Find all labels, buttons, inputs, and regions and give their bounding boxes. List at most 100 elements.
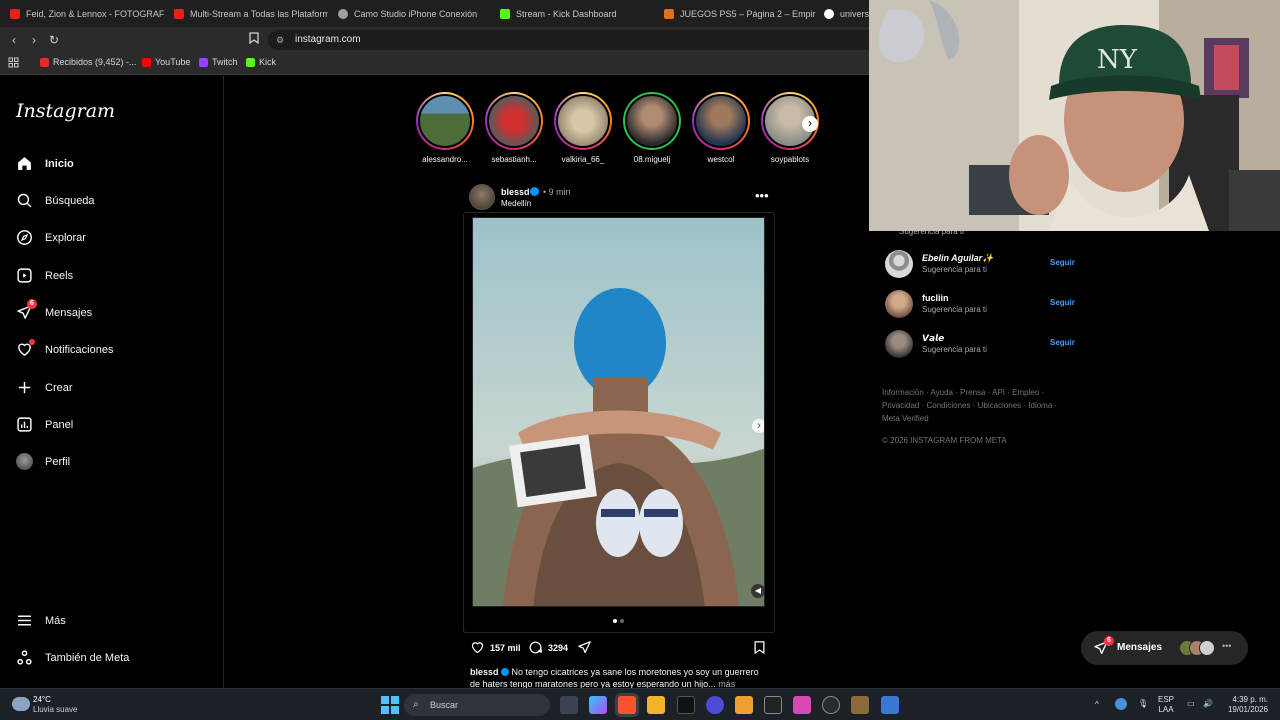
address-bar[interactable]: ⚙ instagram.com: [268, 30, 878, 50]
story-item[interactable]: alessandro...: [413, 92, 477, 164]
clock-date: 19/01/2026: [1227, 705, 1268, 714]
share-action[interactable]: [577, 640, 592, 655]
caption-text: No tengo cicatrices ya sane los moretone…: [470, 667, 759, 689]
caption-username[interactable]: blessd: [470, 667, 499, 677]
story-item[interactable]: valkiria_66_: [551, 92, 615, 164]
nav-item-panel[interactable]: Panel: [16, 416, 73, 433]
reload-icon[interactable]: ↻: [46, 32, 62, 48]
like-action[interactable]: 157 mil: [470, 640, 521, 655]
file-explorer-icon[interactable]: [647, 696, 665, 714]
youtube-icon: [174, 8, 184, 19]
post-location[interactable]: Medellín: [501, 199, 531, 208]
forward-icon[interactable]: ›: [26, 32, 42, 48]
post-username[interactable]: blessd: [501, 187, 530, 197]
instagram-logo[interactable]: Instagram: [16, 100, 115, 122]
share-icon[interactable]: [577, 640, 592, 655]
save-action[interactable]: [752, 640, 767, 655]
comment-icon[interactable]: [528, 640, 543, 655]
post-author-avatar[interactable]: [469, 184, 495, 210]
nav-item-crear[interactable]: Crear: [16, 379, 73, 396]
suggestion-name[interactable]: 𝙑𝙖𝙡𝙚: [922, 333, 944, 344]
like-icon[interactable]: [470, 640, 485, 655]
clock[interactable]: 4:39 p. m. 19/01/2026: [1224, 695, 1268, 715]
tab-title: Multi-Stream a Todas las Plataformas: [190, 8, 328, 19]
game-icon[interactable]: [735, 696, 753, 714]
google-icon: [824, 8, 834, 19]
weather-desc[interactable]: Lluvia suave: [33, 705, 77, 714]
back-icon[interactable]: ‹: [6, 32, 22, 48]
bookmark-twitch[interactable]: Twitch: [199, 57, 238, 67]
microphone-icon[interactable]: 🎙: [1138, 699, 1148, 709]
twitch-icon: [199, 57, 208, 67]
app-icon[interactable]: [881, 696, 899, 714]
epic-games-icon[interactable]: [764, 696, 782, 714]
nav-item-perfil[interactable]: Perfil: [16, 453, 70, 470]
windows-start-icon[interactable]: [381, 696, 399, 714]
story-avatar: [487, 94, 541, 148]
tray-app-icon[interactable]: [1115, 698, 1127, 710]
follow-button[interactable]: Seguir: [1050, 298, 1075, 307]
footer-links[interactable]: Información · Ayuda · Prensa · API · Emp…: [882, 386, 1072, 425]
nav-item-tambien-de-meta[interactable]: También de Meta: [16, 649, 129, 666]
kick-icon: [246, 57, 255, 67]
weather-temp[interactable]: 24°C: [33, 695, 51, 704]
browser-tab[interactable]: JUEGOS PS5 – Página 2 – Empires Games: [656, 0, 816, 27]
app-icon[interactable]: [793, 696, 811, 714]
nav-item-notificaciones[interactable]: Notificaciones: [16, 339, 113, 358]
suggestion-name[interactable]: Ebelin Aguilar✨: [922, 253, 993, 264]
nav-item-explorar[interactable]: Explorar: [16, 229, 86, 246]
nav-item-reels[interactable]: Reels: [16, 267, 73, 284]
stories-next-icon[interactable]: ›: [802, 116, 818, 132]
story-item[interactable]: 08.miguelj: [620, 92, 684, 164]
more-options-icon[interactable]: •••: [755, 188, 769, 203]
browser-tab[interactable]: Camo Studio iPhone Conexión: [330, 0, 492, 27]
carousel-next-icon[interactable]: ›: [752, 419, 764, 433]
task-view-icon[interactable]: [560, 696, 578, 714]
browser-tab[interactable]: Multi-Stream a Todas las Plataformas: [166, 0, 328, 27]
nav-item-mensajes[interactable]: 6 Mensajes: [16, 299, 93, 321]
browser-tab[interactable]: universo: [816, 0, 870, 27]
messages-pill[interactable]: 6 Mensajes •••: [1081, 631, 1248, 665]
network-icon[interactable]: ▭: [1187, 699, 1195, 709]
bookmark-icon[interactable]: [246, 32, 262, 48]
comment-action[interactable]: 3294: [528, 640, 568, 655]
minecraft-icon[interactable]: [851, 696, 869, 714]
browser-tab[interactable]: Stream - Kick Dashboard: [492, 0, 654, 27]
tray-chevron-icon[interactable]: ^: [1095, 700, 1099, 710]
post-image[interactable]: › ◀: [472, 217, 765, 607]
suggestion-name[interactable]: fucliin: [922, 293, 949, 303]
carousel-dot-active: [613, 619, 617, 623]
copilot-icon[interactable]: [589, 696, 607, 714]
suggestion-avatar[interactable]: [885, 250, 913, 278]
nav-item-mas[interactable]: Más: [16, 612, 66, 629]
bookmark-gmail[interactable]: Recibidos (9,452) -...: [40, 57, 137, 67]
suggestion-avatar[interactable]: [885, 290, 913, 318]
follow-button[interactable]: Seguir: [1050, 338, 1075, 347]
language-indicator[interactable]: ESP LAA: [1158, 695, 1174, 715]
app-icon[interactable]: [706, 696, 724, 714]
save-icon[interactable]: [752, 640, 767, 655]
browser-tab[interactable]: Feid, Zion & Lennox - FOTOGRAFÍAS: [2, 0, 164, 27]
mute-icon[interactable]: ◀: [751, 584, 764, 598]
volume-icon[interactable]: 🔊: [1203, 699, 1213, 709]
youtube-icon: [10, 8, 20, 19]
obs-icon[interactable]: [822, 696, 840, 714]
story-item[interactable]: westcol: [689, 92, 753, 164]
taskbar-search[interactable]: ⌕ Buscar: [404, 694, 550, 716]
suggestion-avatar[interactable]: [885, 330, 913, 358]
brave-icon[interactable]: [618, 696, 636, 714]
follow-button[interactable]: Seguir: [1050, 258, 1075, 267]
bookmark-kick[interactable]: Kick: [246, 57, 276, 67]
story-item[interactable]: sebastianh...: [482, 92, 546, 164]
nav-label: Panel: [45, 418, 74, 431]
weather-icon[interactable]: [12, 697, 30, 711]
bookmark-label: Kick: [259, 57, 277, 67]
site-settings-icon[interactable]: ⚙: [276, 30, 284, 50]
suggestion-item: 𝙑𝙖𝙡𝙚 Sugerencia para ti Seguir: [885, 330, 1085, 362]
bookmark-youtube[interactable]: YouTube: [142, 57, 190, 67]
apps-icon[interactable]: [8, 57, 19, 68]
nav-item-busqueda[interactable]: Búsqueda: [16, 192, 95, 209]
streaming-app-icon[interactable]: [677, 696, 695, 714]
nav-label: Mensajes: [45, 306, 93, 319]
nav-item-inicio[interactable]: Inicio: [16, 155, 74, 172]
